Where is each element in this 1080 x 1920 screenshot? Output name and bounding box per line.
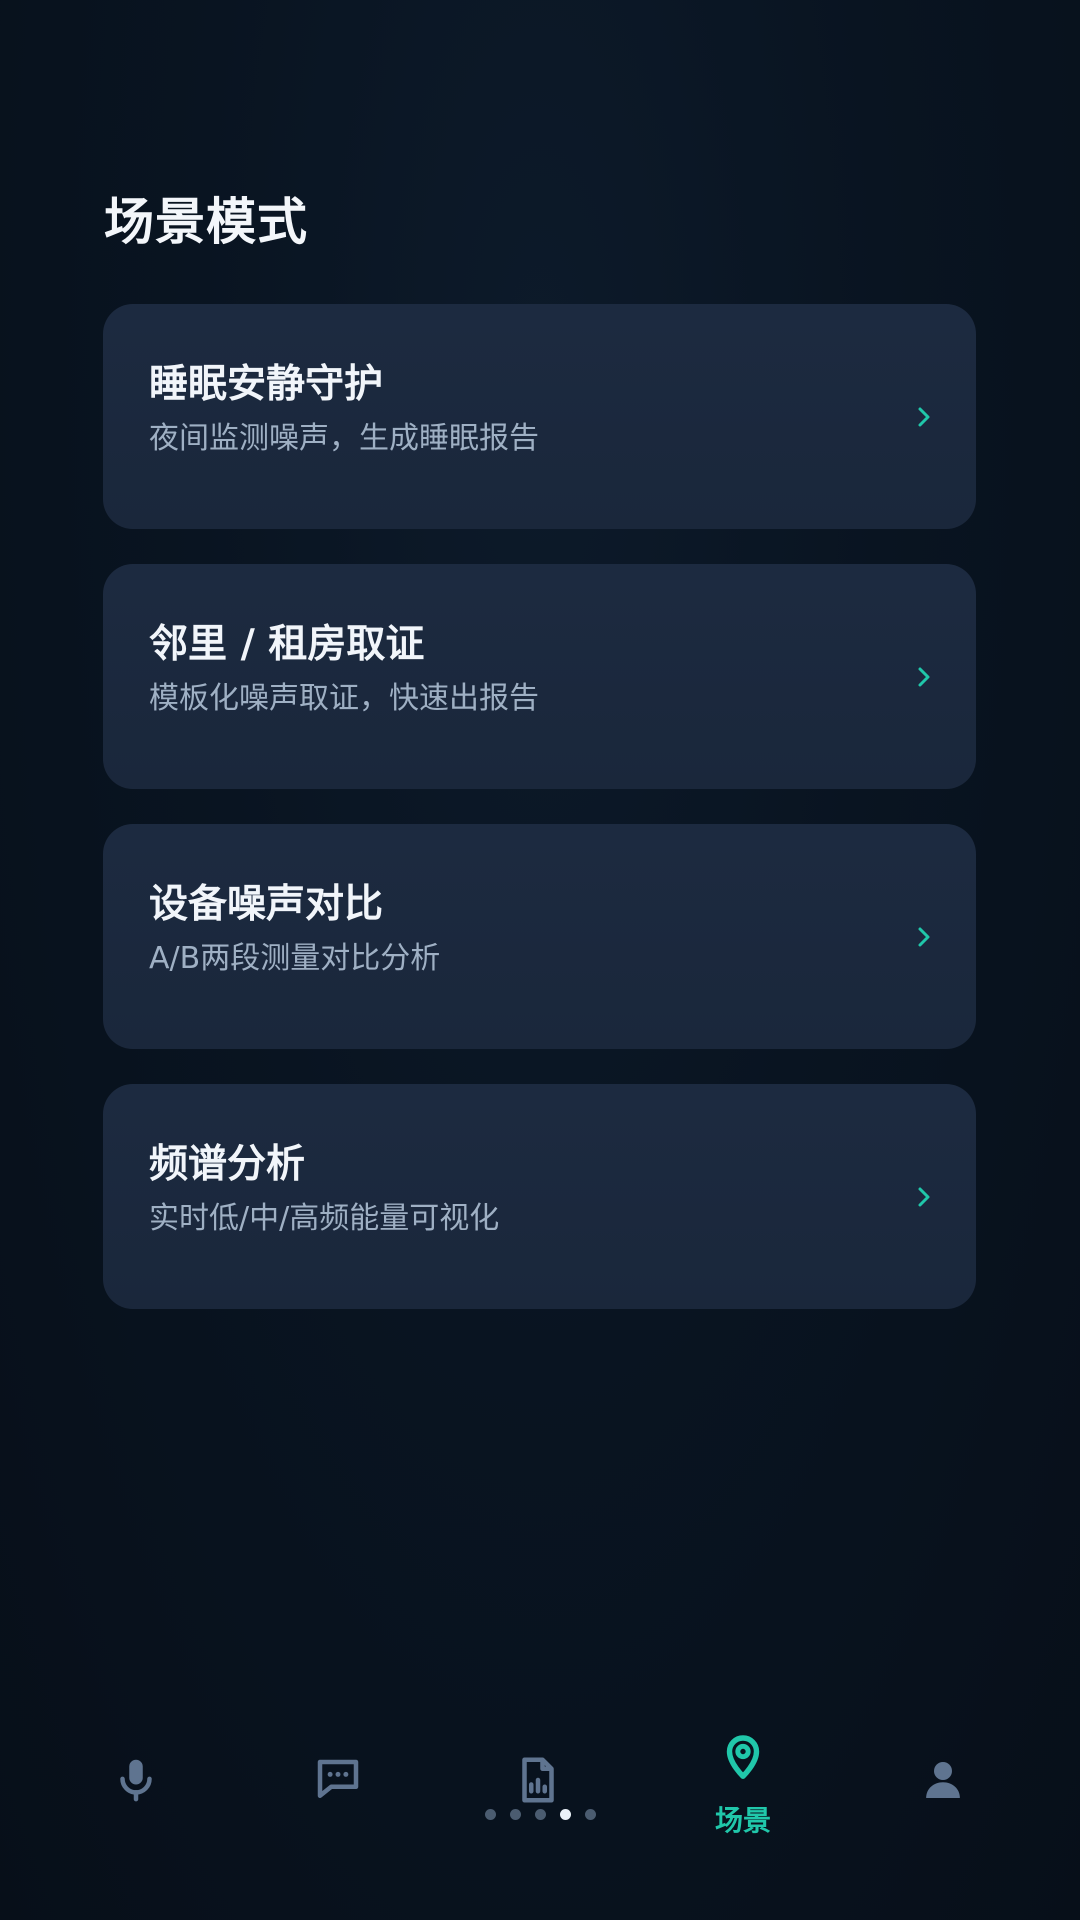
scene-card-sleep[interactable]: 睡眠安静守护 夜间监测噪声，生成睡眠报告: [103, 304, 976, 529]
location-pin-icon: [716, 1729, 770, 1783]
chevron-right-icon: [912, 665, 936, 689]
scene-card-spectrum-analysis[interactable]: 频谱分析 实时低/中/高频能量可视化: [103, 1084, 976, 1309]
scene-card-device-compare[interactable]: 设备噪声对比 A/B两段测量对比分析: [103, 824, 976, 1049]
scene-card-neighbor-rental[interactable]: 邻里 / 租房取证 模板化噪声取证，快速出报告: [103, 564, 976, 789]
scene-card-list: 睡眠安静守护 夜间监测噪声，生成睡眠报告 邻里 / 租房取证 模板化噪声取证，快…: [103, 304, 976, 1344]
nav-item-profile[interactable]: [903, 1753, 983, 1863]
page-title: 场景模式: [104, 193, 308, 251]
chevron-right-icon: [912, 1185, 936, 1209]
scene-card-title: 频谱分析: [149, 1142, 306, 1187]
scene-card-subtitle: 夜间监测噪声，生成睡眠报告: [149, 420, 539, 456]
scene-card-subtitle: 模板化噪声取证，快速出报告: [149, 680, 539, 716]
microphone-icon: [109, 1753, 163, 1807]
nav-item-chat[interactable]: [298, 1753, 378, 1863]
bottom-navigation: 场景: [0, 1735, 1080, 1885]
chevron-right-icon: [912, 405, 936, 429]
nav-label-scene: 场景: [714, 1804, 771, 1837]
scene-card-title: 睡眠安静守护: [149, 362, 384, 407]
chat-bubble-icon: [311, 1753, 365, 1807]
scene-card-subtitle: 实时低/中/高频能量可视化: [149, 1200, 500, 1236]
nav-item-microphone[interactable]: [96, 1753, 176, 1863]
chevron-right-icon: [912, 925, 936, 949]
scene-card-title: 邻里 / 租房取证: [149, 622, 425, 667]
nav-item-report[interactable]: [498, 1753, 578, 1863]
document-chart-icon: [511, 1753, 565, 1807]
user-icon: [916, 1753, 970, 1807]
nav-item-scene[interactable]: 场景: [703, 1729, 783, 1839]
scene-card-subtitle: A/B两段测量对比分析: [149, 940, 441, 976]
scene-card-title: 设备噪声对比: [149, 882, 384, 927]
